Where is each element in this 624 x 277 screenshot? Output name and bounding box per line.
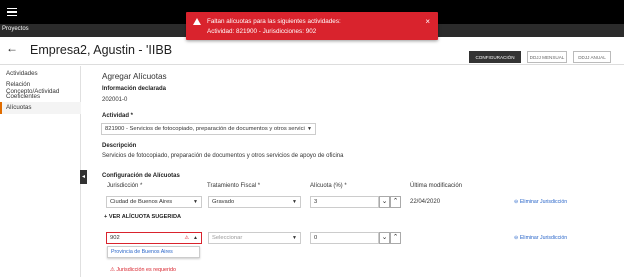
- alicuota-value: 0: [314, 235, 318, 241]
- toast-message-line1: Faltan alícuotas para las siguientes act…: [207, 18, 341, 25]
- actividad-select[interactable]: 821900 - Servicios de fotocopiado, prepa…: [101, 123, 316, 135]
- form-title: Agregar Alícuotas: [102, 72, 167, 81]
- ver-alicuota-sugerida-button[interactable]: + VER ALÍCUOTA SUGERIDA: [104, 214, 181, 220]
- trash-icon: ⊖: [514, 235, 519, 241]
- error-text: Jurisdicción es requerido: [116, 267, 176, 273]
- tratamiento-select[interactable]: Gravado ▼: [208, 196, 301, 208]
- chevron-down-icon: ▼: [292, 199, 297, 205]
- tab-proyectos[interactable]: Proyectos: [2, 26, 29, 32]
- descripcion-label: Descripción: [102, 143, 137, 149]
- menu-icon[interactable]: [7, 8, 17, 16]
- info-label: Información declarada: [102, 86, 167, 92]
- tratamiento-placeholder: Seleccionar: [212, 235, 243, 241]
- jurisdiccion-input-error[interactable]: 902 ⚠ ▲: [106, 232, 202, 244]
- increment-button[interactable]: ⌃: [390, 232, 401, 244]
- eliminar-jurisdiccion-link[interactable]: ⊖ Eliminar Jurisdicción: [514, 199, 567, 205]
- sidebar-item-alicuotas[interactable]: Alícuotas: [0, 102, 81, 114]
- fecha-modificacion: 22/04/2020: [410, 199, 441, 205]
- col-ultima-modificacion: Última modificación: [410, 183, 463, 189]
- tratamiento-select[interactable]: Seleccionar ▼: [208, 232, 301, 244]
- col-alicuota: Alícuota (%) *: [310, 183, 347, 189]
- jurisdiccion-value: 902: [110, 235, 120, 241]
- plus-icon: +: [104, 214, 108, 220]
- alicuota-input[interactable]: 0: [310, 232, 379, 244]
- sidebar-item-actividades[interactable]: Actividades: [6, 70, 38, 77]
- chevron-up-icon: ▲: [193, 235, 198, 241]
- alicuota-value: 3: [314, 199, 318, 205]
- tratamiento-value: Gravado: [212, 199, 235, 205]
- actividad-label: Actividad *: [102, 113, 134, 119]
- sidebar: Actividades Relación Concepto/Actividad …: [0, 66, 81, 277]
- jurisdiccion-error-message: ⚠ Jurisdicción es requerido: [110, 267, 176, 273]
- jurisdiccion-value: Ciudad de Buenos Aires: [110, 199, 173, 205]
- tab-ddjj-mensual[interactable]: DDJJ MENSUAL: [527, 51, 567, 63]
- tab-ddjj-anual[interactable]: DDJJ ANUAL: [573, 51, 611, 63]
- page-title: Empresa2, Agustin - 'IIBB: [30, 43, 173, 57]
- config-label: Configuración de Alícuotas: [102, 173, 180, 179]
- col-tratamiento: Tratamiento Fiscal *: [207, 183, 261, 189]
- chevron-down-icon: ▼: [307, 126, 312, 132]
- ver-alicuota-label: VER ALÍCUOTA SUGERIDA: [108, 214, 182, 220]
- warning-icon: ⚠: [184, 235, 189, 241]
- info-value: 202001-0: [102, 97, 128, 103]
- alicuota-input[interactable]: 3: [310, 196, 379, 208]
- sidebar-item-label: Alícuotas: [6, 104, 32, 111]
- descripcion-value: Servicios de fotocopiado, preparación de…: [102, 153, 344, 159]
- sidebar-item-coeficientes[interactable]: Coeficientes: [6, 93, 40, 100]
- error-toast: Faltan alícuotas para las siguientes act…: [186, 12, 438, 40]
- warning-icon: ⚠: [110, 267, 115, 273]
- chevron-down-icon: ▼: [292, 235, 297, 241]
- tab-configuracion[interactable]: CONFIGURACIÓN: [469, 51, 521, 63]
- decrement-button[interactable]: ⌄: [379, 196, 390, 208]
- col-jurisdiccion: Jurisdicción *: [107, 183, 143, 189]
- page-header: ← Empresa2, Agustin - 'IIBB CONFIGURACIÓ…: [0, 37, 624, 65]
- trash-icon: ⊖: [514, 199, 519, 205]
- chevron-down-icon: ▼: [193, 199, 198, 205]
- option-label: Provincia de Buenos Aires: [111, 249, 173, 255]
- decrement-button[interactable]: ⌄: [379, 232, 390, 244]
- actividad-value: 821900 - Servicios de fotocopiado, prepa…: [105, 126, 305, 132]
- jurisdiccion-dropdown-option[interactable]: Provincia de Buenos Aires: [107, 246, 200, 258]
- eliminar-label: Eliminar Jurisdicción: [519, 199, 568, 205]
- back-arrow-icon[interactable]: ←: [6, 41, 18, 55]
- warning-icon: [193, 18, 201, 25]
- increment-button[interactable]: ⌃: [390, 196, 401, 208]
- jurisdiccion-select[interactable]: Ciudad de Buenos Aires ▼: [106, 196, 202, 208]
- close-icon[interactable]: ×: [425, 18, 430, 26]
- eliminar-jurisdiccion-link[interactable]: ⊖ Eliminar Jurisdicción: [514, 235, 567, 241]
- eliminar-label: Eliminar Jurisdicción: [519, 235, 568, 241]
- toast-message-line2: Actividad: 821900 - Jurisdicciones: 902: [207, 28, 317, 35]
